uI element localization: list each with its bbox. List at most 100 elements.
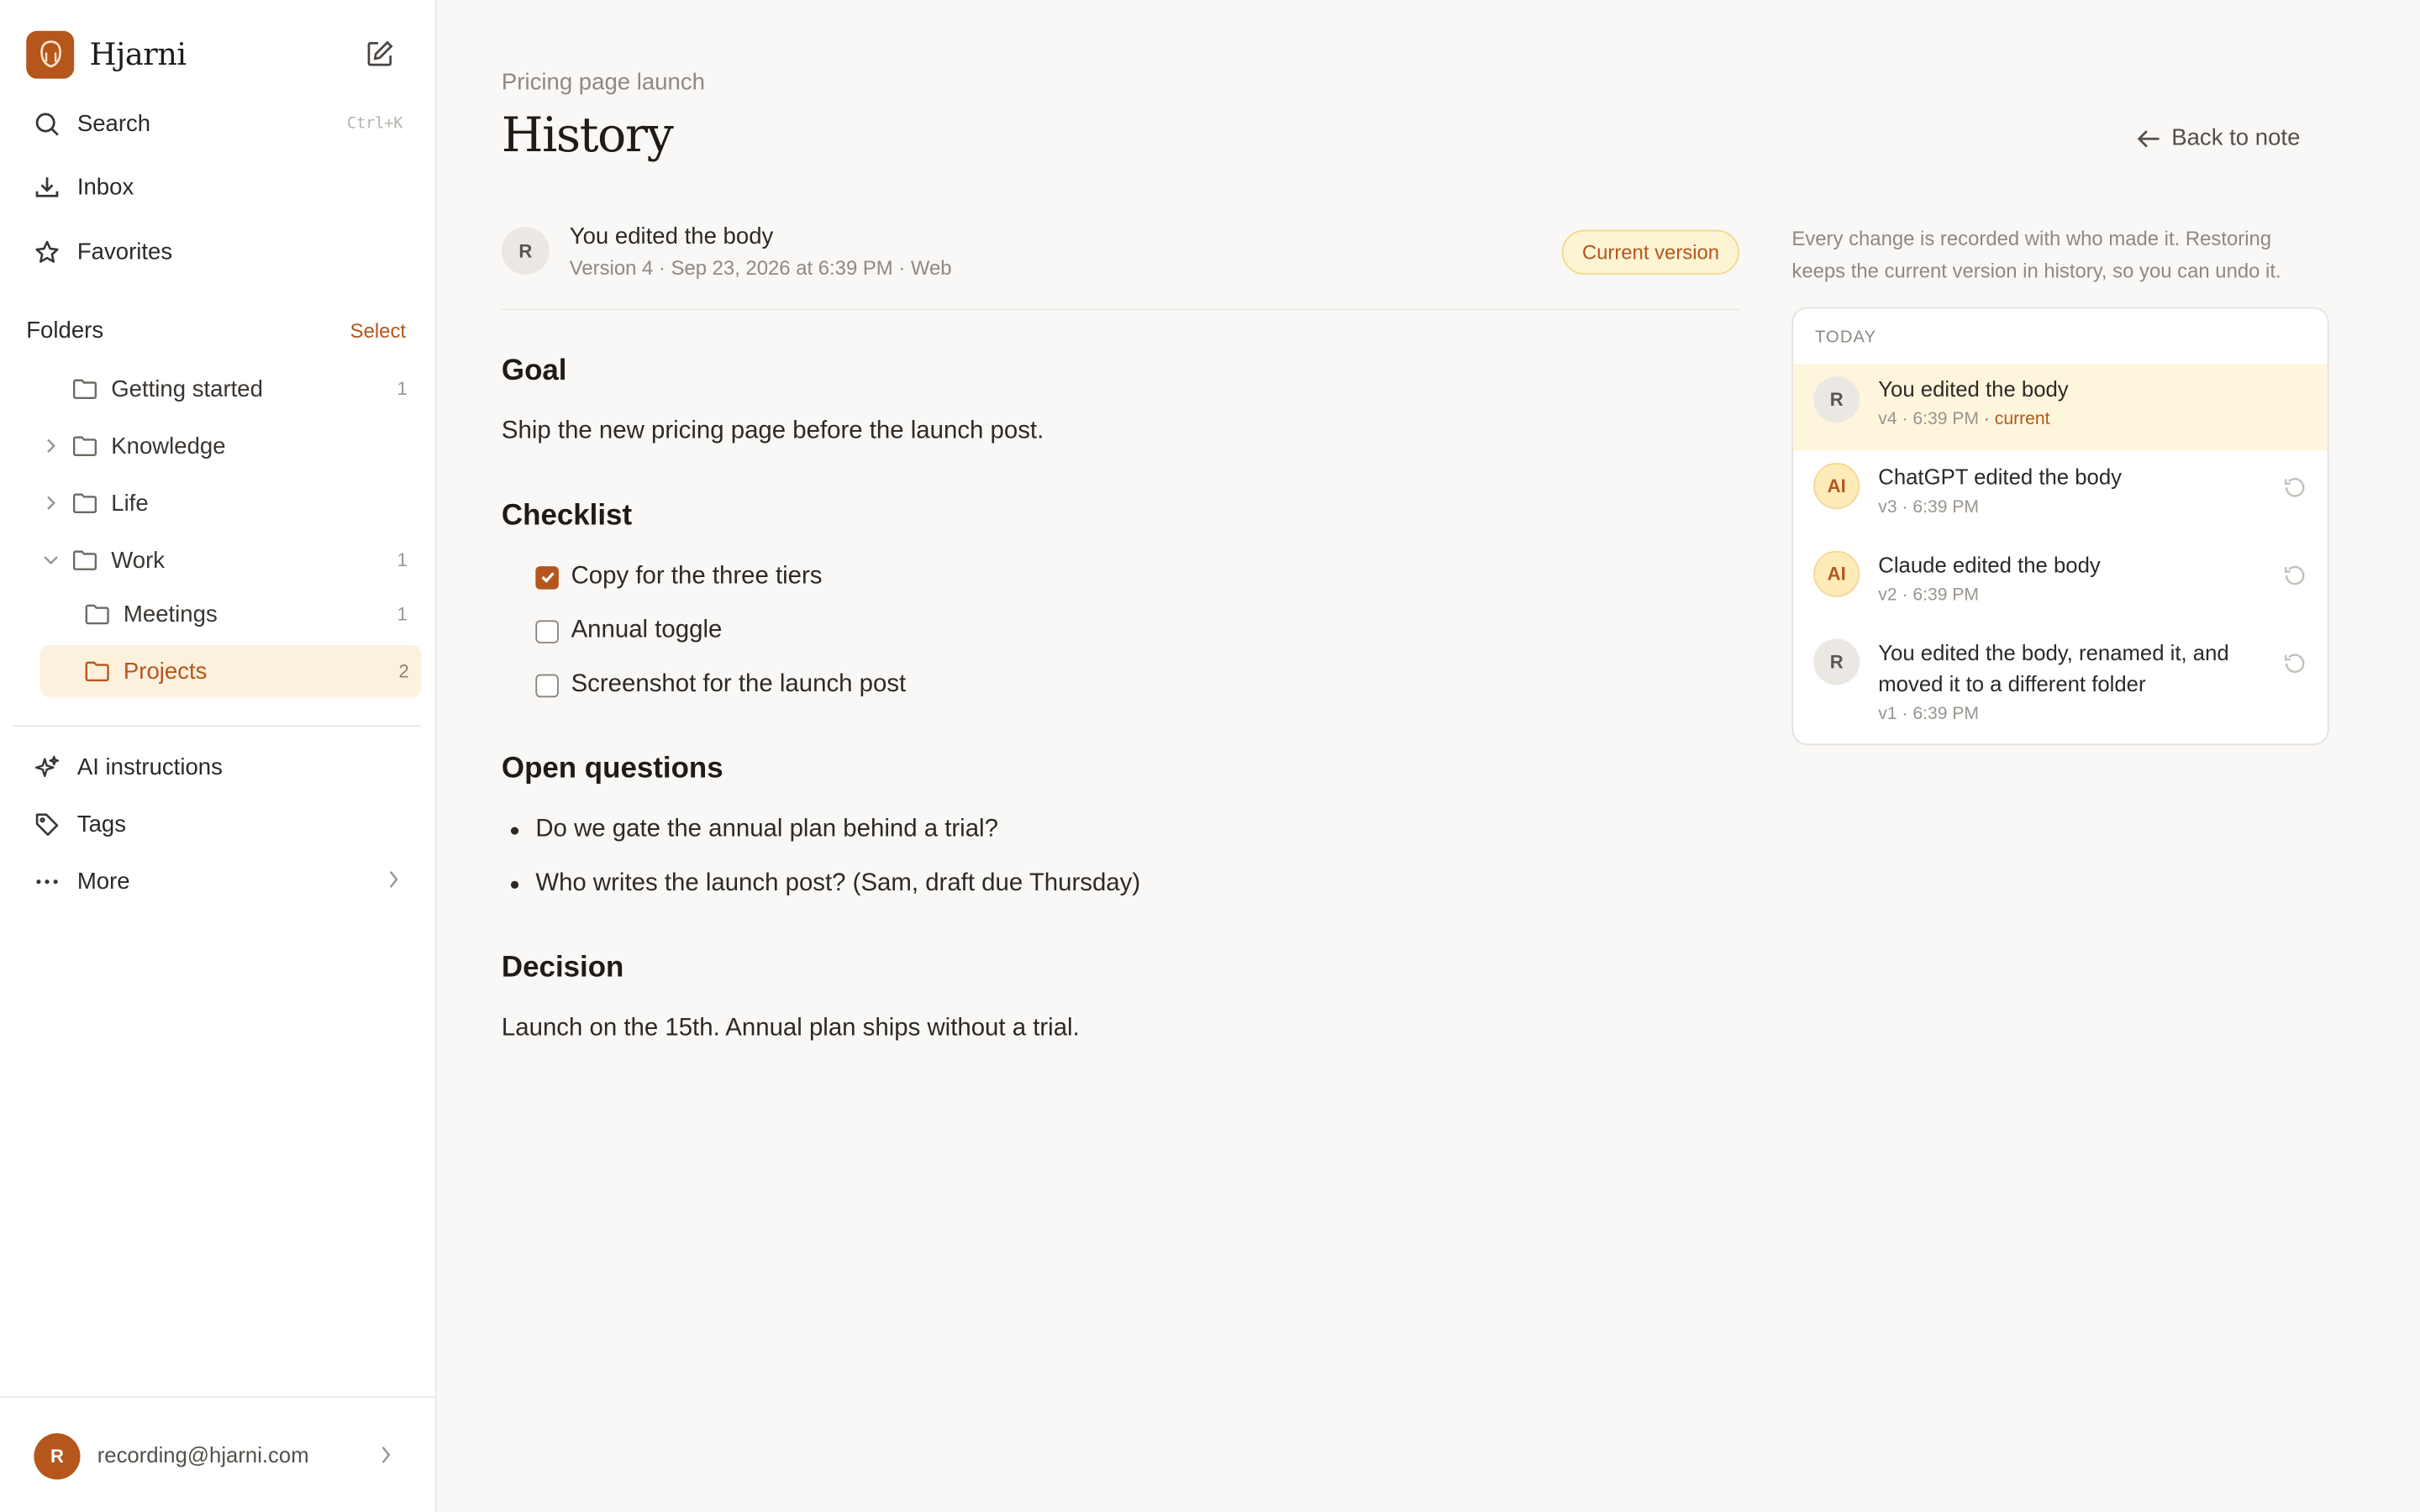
- select-folders-button[interactable]: Select: [350, 319, 406, 343]
- checklist-label: Screenshot for the launch post: [571, 670, 907, 698]
- folder-count: 2: [398, 660, 409, 682]
- folder-label: Work: [111, 547, 166, 574]
- checklist-label: Copy for the three tiers: [571, 563, 823, 590]
- history-item-v1[interactable]: R You edited the body, renamed it, and m…: [1793, 627, 2327, 744]
- history-list: TODAY R You edited the body v4 · 6:39 PM…: [1791, 307, 2329, 746]
- heading-decision: Decision: [501, 952, 624, 984]
- breadcrumb[interactable]: Pricing page launch: [502, 70, 705, 96]
- version-title: You edited the body: [569, 223, 774, 250]
- app-logo-icon: [26, 29, 75, 78]
- chevron-down-icon[interactable]: [40, 554, 62, 566]
- folder-icon: [85, 661, 109, 682]
- nav-inbox[interactable]: Inbox: [31, 164, 409, 210]
- folder-label: Meetings: [123, 601, 218, 627]
- folder-icon: [72, 493, 97, 513]
- restore-icon[interactable]: [2281, 474, 2309, 501]
- history-item-meta: v4 · 6:39 PM: [1878, 410, 1980, 429]
- nav-more-label: More: [76, 868, 130, 895]
- folder-count: 1: [397, 549, 408, 571]
- heading-checklist: Checklist: [501, 500, 633, 533]
- checkbox-checked: [535, 565, 559, 589]
- new-note-button[interactable]: [364, 39, 395, 70]
- folder-icon: [85, 604, 109, 625]
- edit-icon: [367, 40, 393, 66]
- history-item-v4[interactable]: R You edited the body v4 · 6:39 PM · cur…: [1793, 364, 2328, 451]
- chevron-right-icon[interactable]: [40, 496, 62, 511]
- history-item-title: Claude edited the body: [1878, 552, 2101, 577]
- folder-getting-started[interactable]: Getting started 1: [40, 363, 420, 415]
- folder-label: Getting started: [111, 375, 263, 402]
- folder-icon: [72, 550, 97, 570]
- back-to-note-button[interactable]: Back to note: [2136, 125, 2300, 151]
- nav-search[interactable]: Search Ctrl+K: [31, 100, 409, 146]
- chevron-right-icon[interactable]: [40, 438, 62, 454]
- list-item-text: Who writes the launch post? (Sam, draft …: [535, 869, 1141, 897]
- account-footer[interactable]: R recording@hjarni.com: [0, 1396, 435, 1512]
- star-icon: [31, 236, 62, 267]
- heading-open-questions: Open questions: [501, 753, 723, 785]
- history-item-v3[interactable]: AI ChatGPT edited the body v3 · 6:39 PM: [1793, 450, 2327, 538]
- inbox-icon: [31, 171, 62, 202]
- restore-icon[interactable]: [2281, 649, 2309, 677]
- app-name: Hjarni: [89, 35, 187, 73]
- sidebar-divider: [12, 725, 422, 727]
- chevron-right-icon: [380, 1444, 392, 1472]
- checklist-item: Screenshot for the launch post: [535, 671, 906, 699]
- folder-label: Projects: [123, 658, 208, 685]
- nav-ai-instructions-label: AI instructions: [76, 753, 223, 780]
- history-item-title: You edited the body: [1878, 376, 2069, 402]
- checklist-label: Annual toggle: [571, 617, 723, 643]
- history-hint: Every change is recorded with who made i…: [1791, 226, 2281, 283]
- list-item: Who writes the launch post? (Sam, draft …: [510, 869, 1141, 898]
- tag-icon: [31, 808, 62, 839]
- folder-label: Knowledge: [111, 433, 226, 459]
- folder-life[interactable]: Life: [40, 477, 420, 529]
- nav-search-label: Search: [76, 110, 151, 137]
- account-email: recording@hjarni.com: [97, 1442, 309, 1467]
- decision-text: Launch on the 15th. Annual plan ships wi…: [501, 1015, 1080, 1042]
- nav-favorites[interactable]: Favorites: [31, 228, 409, 275]
- history-item-v2[interactable]: AI Claude edited the body v2 · 6:39 PM: [1793, 538, 2327, 627]
- check-icon: [540, 572, 554, 583]
- folders-title: Folders: [26, 318, 104, 344]
- history-item-meta: v3 · 6:39 PM: [1878, 498, 1980, 517]
- folder-icon: [72, 436, 97, 457]
- avatar: AI: [1813, 463, 1860, 510]
- version-header: R You edited the body Version 4 · Sep 23…: [501, 222, 1739, 311]
- nav-tags-label: Tags: [76, 811, 127, 837]
- brand[interactable]: Hjarni: [26, 29, 187, 79]
- nav-more[interactable]: More: [31, 858, 409, 904]
- current-tag: · current: [1979, 410, 2050, 429]
- checkbox: [535, 619, 559, 643]
- avatar: AI: [1813, 550, 1860, 597]
- sparkle-icon: [31, 751, 62, 782]
- avatar: R: [1813, 638, 1860, 685]
- folder-projects[interactable]: Projects 2: [39, 644, 422, 698]
- search-icon: [31, 108, 62, 139]
- back-to-note-label: Back to note: [2171, 124, 2301, 151]
- folder-knowledge[interactable]: Knowledge: [40, 420, 420, 472]
- checkbox: [535, 673, 559, 697]
- more-icon: [31, 865, 62, 896]
- nav-ai-instructions[interactable]: AI instructions: [31, 743, 409, 790]
- folder-count: 1: [397, 377, 408, 400]
- avatar: R: [34, 1433, 81, 1480]
- heading-goal: Goal: [501, 354, 567, 388]
- list-item-text: Do we gate the annual plan behind a tria…: [535, 816, 998, 843]
- avatar: R: [1813, 376, 1860, 423]
- status-badge: Current version: [1561, 229, 1739, 275]
- restore-icon[interactable]: [2281, 562, 2309, 590]
- avatar: R: [501, 226, 550, 275]
- sidebar: Hjarni Search Ctrl+K Inbox Favorites Fol…: [0, 0, 437, 1512]
- nav-tags[interactable]: Tags: [31, 801, 409, 847]
- chevron-right-icon: [387, 868, 400, 894]
- checklist-item: Annual toggle: [535, 617, 722, 645]
- nav-favorites-label: Favorites: [76, 238, 173, 265]
- folder-label: Life: [111, 490, 149, 517]
- folder-meetings[interactable]: Meetings 1: [83, 588, 419, 640]
- folder-work[interactable]: Work 1: [40, 533, 420, 585]
- history-item-meta: v2 · 6:39 PM: [1878, 585, 1980, 605]
- history-item-title: You edited the body, renamed it, and mov…: [1878, 640, 2229, 696]
- history-group-label: TODAY: [1814, 328, 1877, 348]
- arrow-left-icon: [2137, 129, 2160, 147]
